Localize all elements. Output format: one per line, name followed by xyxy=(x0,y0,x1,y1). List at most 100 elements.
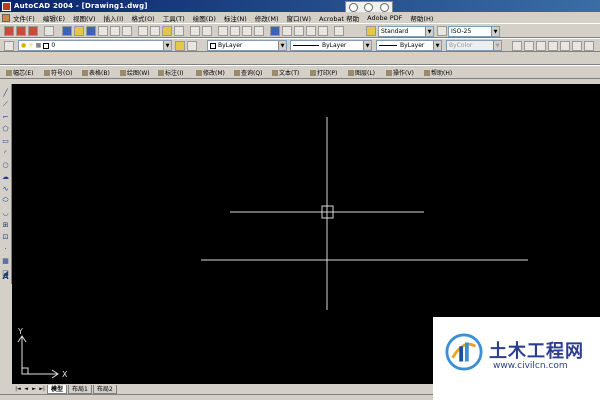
layer-previous-icon[interactable] xyxy=(187,41,197,51)
arc-icon[interactable]: ◜ xyxy=(1,148,10,157)
dim-style-icon[interactable] xyxy=(437,26,447,36)
copy-icon[interactable] xyxy=(150,26,160,36)
chevron-down-icon[interactable]: ▼ xyxy=(425,27,433,36)
express-menu-item[interactable]: 查询(Q) xyxy=(234,68,262,77)
express-menu-item[interactable]: 幅芯(E) xyxy=(6,68,33,77)
chevron-down-icon[interactable]: ▼ xyxy=(491,27,499,36)
design-center-icon[interactable] xyxy=(282,26,292,36)
ime-button[interactable] xyxy=(349,2,359,12)
ellipse-arc-icon[interactable]: ◡ xyxy=(1,208,10,217)
revision-cloud-icon[interactable]: ☁ xyxy=(1,172,10,181)
tab-nav-next[interactable]: ► xyxy=(30,385,38,393)
hatch-icon[interactable]: ▦ xyxy=(1,256,10,265)
line-icon[interactable]: ╱ xyxy=(1,88,10,97)
circle-icon[interactable]: ○ xyxy=(1,160,10,169)
menu-window[interactable]: 窗口(W) xyxy=(286,13,311,23)
match-properties-icon[interactable] xyxy=(174,26,184,36)
menu-draw[interactable]: 绘图(D) xyxy=(193,13,216,23)
linetype-select[interactable]: ByLayer ▼ xyxy=(290,40,372,51)
menu-edit[interactable]: 编辑(E) xyxy=(43,13,65,23)
menu-help[interactable]: 帮助(H) xyxy=(410,13,433,23)
lineweight-select[interactable]: ByLayer ▼ xyxy=(376,40,442,51)
multiline-text-icon[interactable]: A xyxy=(1,272,10,281)
tool-palettes-icon[interactable] xyxy=(294,26,304,36)
express-menu-item[interactable]: 图层(L) xyxy=(348,68,375,77)
menu-acrobat[interactable]: Acrobat 帮助 xyxy=(319,13,359,23)
plot-preview-icon[interactable] xyxy=(110,26,120,36)
zoom-previous-icon[interactable] xyxy=(254,26,264,36)
quick-dimension-icon[interactable] xyxy=(584,41,594,51)
polyline-icon[interactable]: ⌐ xyxy=(1,112,10,121)
tab-layout2[interactable]: 布局2 xyxy=(92,384,117,394)
chevron-down-icon[interactable]: ▼ xyxy=(278,41,286,50)
express-menu-item[interactable]: 绘图(W) xyxy=(120,68,150,77)
point-icon[interactable]: · xyxy=(1,244,10,253)
tab-layout1[interactable]: 布局1 xyxy=(68,384,92,394)
layer-select[interactable]: ● ☼ ■ 0 ▼ xyxy=(18,40,172,51)
dim-style-select[interactable]: ISO-25 ▼ xyxy=(448,26,500,37)
open-file-icon[interactable] xyxy=(16,26,26,36)
tab-model[interactable]: 模型 xyxy=(47,384,68,394)
insert-block-icon[interactable]: ⊞ xyxy=(1,220,10,229)
menu-dimension[interactable]: 标注(N) xyxy=(224,13,247,23)
ime-button[interactable] xyxy=(379,2,389,12)
express-menu-item[interactable]: 修改(M) xyxy=(196,68,225,77)
make-layer-current-icon[interactable] xyxy=(175,41,185,51)
express-menu-item[interactable]: 操作(V) xyxy=(386,68,414,77)
menu-insert[interactable]: 插入(I) xyxy=(104,13,124,23)
polygon-icon[interactable]: ⬠ xyxy=(1,124,10,133)
menu-view[interactable]: 视图(V) xyxy=(73,13,96,23)
zoom-realtime-icon[interactable] xyxy=(230,26,240,36)
spline-icon[interactable]: ∿ xyxy=(1,184,10,193)
ellipse-icon[interactable]: ⬭ xyxy=(1,196,10,205)
properties-icon[interactable] xyxy=(270,26,280,36)
express-menu-item[interactable]: 打印(P) xyxy=(310,68,337,77)
help-topics-icon[interactable] xyxy=(334,26,344,36)
menu-format[interactable]: 格式(O) xyxy=(132,13,155,23)
layer-manager-icon[interactable] xyxy=(4,41,14,51)
menu-file[interactable]: 文件(F) xyxy=(13,13,35,23)
save-drawing-icon[interactable] xyxy=(86,26,96,36)
menu-tools[interactable]: 工具(T) xyxy=(163,13,185,23)
chevron-down-icon[interactable]: ▼ xyxy=(363,41,371,50)
cut-icon[interactable] xyxy=(138,26,148,36)
autocad-app-icon[interactable] xyxy=(2,1,11,11)
make-block-icon[interactable]: ⊡ xyxy=(1,232,10,241)
document-icon[interactable] xyxy=(2,13,10,22)
construction-line-icon[interactable]: ⟋ xyxy=(1,100,10,109)
express-menu-item[interactable]: 符号(O) xyxy=(44,68,72,77)
tab-nav-last[interactable]: ►| xyxy=(38,385,46,393)
markup-icon[interactable] xyxy=(318,26,328,36)
express-menu-item[interactable]: 表格(B) xyxy=(82,68,110,77)
tab-nav-first[interactable]: |◄ xyxy=(14,385,22,393)
menu-adobe-pdf[interactable]: Adobe PDF xyxy=(367,14,402,22)
print-icon[interactable] xyxy=(98,26,108,36)
tab-nav-prev[interactable]: ◄ xyxy=(22,385,30,393)
dimension-linear-icon[interactable] xyxy=(512,41,522,51)
dimension-angular-icon[interactable] xyxy=(572,41,582,51)
redo-icon[interactable] xyxy=(202,26,212,36)
pan-icon[interactable] xyxy=(218,26,228,36)
paste-icon[interactable] xyxy=(162,26,172,36)
open-icon[interactable] xyxy=(74,26,84,36)
express-menu-item[interactable]: 文本(T) xyxy=(272,68,299,77)
rectangle-icon[interactable]: ▭ xyxy=(1,136,10,145)
express-menu-item[interactable]: 标注(I) xyxy=(158,68,183,77)
text-style-icon[interactable] xyxy=(366,26,376,36)
chevron-down-icon[interactable]: ▼ xyxy=(433,41,441,50)
dimension-aligned-icon[interactable] xyxy=(524,41,534,51)
text-style-select[interactable]: Standard ▼ xyxy=(378,26,434,37)
publish-icon[interactable] xyxy=(122,26,132,36)
dbconnect-icon[interactable] xyxy=(306,26,316,36)
express-menu-item[interactable]: 帮助(H) xyxy=(424,68,452,77)
color-select[interactable]: ByLayer ▼ xyxy=(207,40,287,51)
dimension-ordinate-icon[interactable] xyxy=(536,41,546,51)
ime-button[interactable] xyxy=(364,2,374,12)
new-icon[interactable] xyxy=(62,26,72,36)
dimension-diameter-icon[interactable] xyxy=(560,41,570,51)
new-file-icon[interactable] xyxy=(4,26,14,36)
menu-modify[interactable]: 修改(M) xyxy=(255,13,279,23)
save-icon[interactable] xyxy=(28,26,38,36)
chevron-down-icon[interactable]: ▼ xyxy=(163,41,171,50)
help-icon[interactable] xyxy=(44,26,54,36)
